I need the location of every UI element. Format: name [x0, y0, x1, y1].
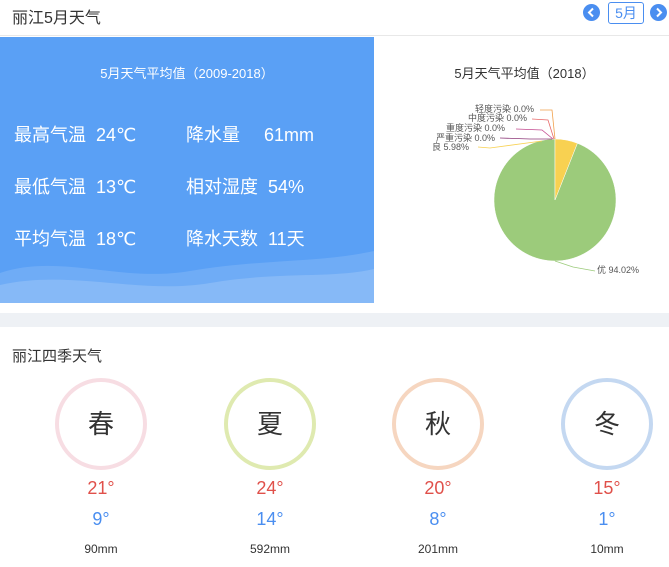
pie-label-0: 优 94.02%: [597, 264, 639, 275]
wave-decoration: [0, 251, 374, 303]
page-title: 丽江5月天气: [12, 10, 101, 27]
stat-value: 24℃: [96, 125, 137, 145]
stat-value: 54%: [268, 177, 305, 197]
air-quality-pie-chart: 优 94.02%良 5.98%轻度污染 0.0%中度污染 0.0%重度污染 0.…: [432, 103, 639, 275]
month-selector[interactable]: 5月: [608, 2, 644, 24]
season-high-temp: 21°: [87, 478, 115, 498]
season-ring: 春: [55, 378, 147, 470]
season-card-summer: 夏 24° 14° 592mm: [224, 378, 316, 558]
pie-label-3: 中度污染 0.0%: [468, 112, 527, 123]
season-rainfall: 10mm: [590, 542, 624, 556]
next-month-button[interactable]: [650, 4, 667, 21]
stat-min-temp: 最低气温 13℃: [14, 173, 136, 199]
season-low-temp: 9°: [92, 509, 110, 529]
season-low-temp: 14°: [256, 509, 284, 529]
pie-leader-0: [554, 260, 596, 272]
pie-label-4: 重度污染 0.0%: [446, 122, 505, 133]
pie-label-5: 严重污染 0.0%: [436, 132, 495, 143]
season-card-winter: 冬 15° 1° 10mm: [561, 378, 653, 558]
season-ring: 冬: [561, 378, 653, 470]
stat-value: 13℃: [96, 177, 137, 197]
chevron-left-icon: [587, 7, 594, 18]
stat-precipitation: 降水量 61mm: [186, 121, 314, 147]
stat-label: 降水量: [186, 125, 240, 145]
pie-slices: [493, 138, 617, 262]
season-rainfall: 90mm: [84, 542, 118, 556]
pie-leader-4: [515, 128, 554, 140]
season-low-temp: 8°: [429, 509, 447, 529]
stat-humidity: 相对湿度 54%: [186, 173, 304, 199]
stat-max-temp: 最高气温 24℃: [14, 121, 136, 147]
prev-month-button[interactable]: [583, 4, 600, 21]
monthly-stats-panel: 5月天气平均值（2009-2018） 最高气温 24℃ 降水量 61mm 最低气温 1…: [0, 37, 374, 303]
season-rainfall: 201mm: [417, 542, 458, 556]
header-bar: 丽江5月天气 5月: [0, 0, 669, 36]
seasons-title: 丽江四季天气: [12, 348, 103, 365]
season-card-spring: 春 21° 9° 90mm: [55, 378, 147, 558]
season-high-temp: 20°: [424, 478, 452, 498]
pie-leader-3: [531, 118, 555, 140]
season-low-temp: 1°: [598, 509, 616, 529]
section-divider: [0, 313, 669, 327]
chevron-right-icon: [656, 7, 663, 18]
stats-title: 5月天气平均值（2009-2018）: [100, 66, 274, 81]
stat-label: 相对湿度: [186, 177, 258, 197]
stat-label: 最低气温: [14, 177, 86, 197]
pie-chart-title: 5月天气平均值（2018）: [454, 66, 595, 81]
season-ring: 秋: [392, 378, 484, 470]
season-high-temp: 24°: [256, 478, 284, 498]
pie-leader-5: [499, 137, 552, 140]
season-card-autumn: 秋 20° 8° 201mm: [392, 378, 484, 558]
season-high-temp: 15°: [593, 478, 621, 498]
stat-value: 61mm: [264, 125, 315, 145]
stat-label: 最高气温: [14, 125, 86, 145]
season-ring: 夏: [224, 378, 316, 470]
season-rainfall: 592mm: [249, 542, 290, 556]
